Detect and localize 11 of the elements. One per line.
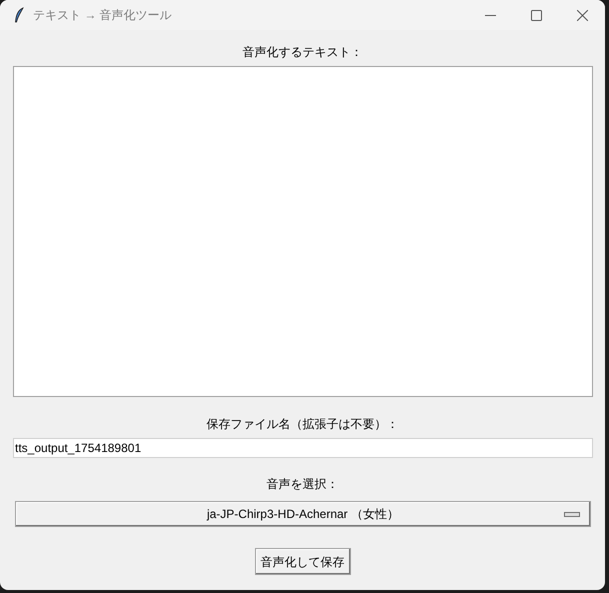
feather-icon <box>14 7 24 23</box>
maximize-icon <box>530 10 542 20</box>
save-button[interactable]: 音声化して保存 <box>254 548 350 575</box>
voice-label: 音声を選択： <box>266 476 338 493</box>
filename-field[interactable]: tts_output_1754189801 <box>13 438 593 458</box>
close-icon <box>576 10 588 20</box>
voice-dropdown[interactable]: ja-JP-Chirp3-HD-Achernar （女性） <box>15 501 591 527</box>
window-title: テキスト → 音声化ツール <box>33 7 172 24</box>
dropdown-indicator-icon <box>564 512 580 517</box>
text-label: 音声化するテキスト： <box>242 44 362 61</box>
filename-label: 保存ファイル名（拡張子は不要）： <box>206 416 398 433</box>
